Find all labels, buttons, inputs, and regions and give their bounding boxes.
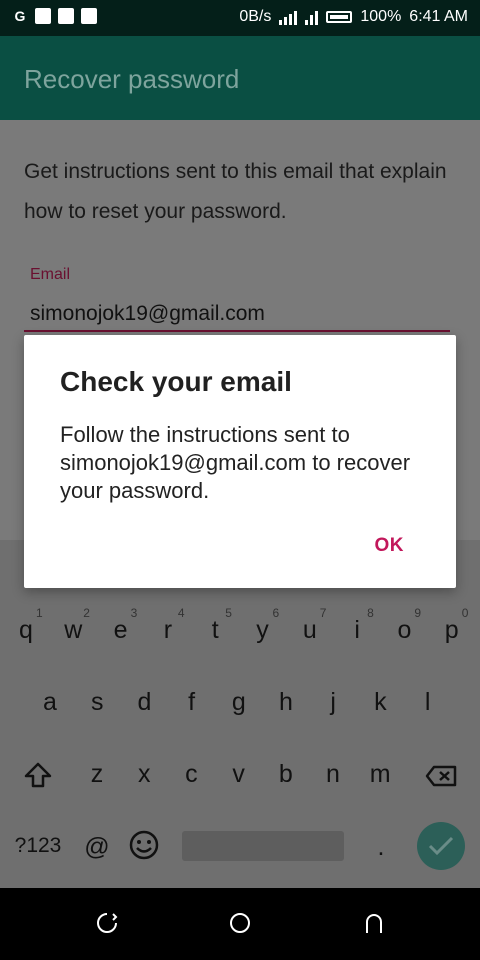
key-p[interactable]: p <box>437 616 467 645</box>
key-q[interactable]: q <box>11 616 41 645</box>
key-l[interactable]: l <box>413 688 443 717</box>
email-field[interactable]: simonojok19@gmail.com <box>30 302 265 326</box>
key-h[interactable]: h <box>271 688 301 717</box>
battery-icon <box>326 11 353 23</box>
key-g[interactable]: g <box>224 688 254 717</box>
home-button[interactable] <box>227 910 253 936</box>
navigation-bar <box>0 888 480 960</box>
key-e[interactable]: e <box>106 616 136 645</box>
recents-button[interactable] <box>94 910 120 936</box>
key-u[interactable]: u <box>295 616 325 645</box>
google-icon: G <box>14 8 26 24</box>
key-number-hint: 6 <box>272 606 280 620</box>
key-x[interactable]: x <box>129 760 159 789</box>
key-n[interactable]: n <box>318 760 348 789</box>
key-number-hint: 8 <box>367 606 374 620</box>
signal-icon <box>279 9 298 25</box>
net-speed: 0B/s <box>239 8 272 25</box>
instructions-text: Get instructions sent to this email that… <box>24 160 447 223</box>
key-number-hint: 7 <box>319 606 327 620</box>
key-k[interactable]: k <box>365 688 395 717</box>
key-i[interactable]: i <box>342 616 372 645</box>
signal-2-icon <box>305 9 319 25</box>
dialog-message: Follow the instructions sent to simonojo… <box>60 422 411 503</box>
key-number-hint: 4 <box>177 606 185 620</box>
key-s[interactable]: s <box>82 688 112 717</box>
key-y[interactable]: y <box>248 616 278 645</box>
backspace-key[interactable] <box>424 765 458 794</box>
status-bar: G 0B/s 100% 6:41 AM <box>0 0 480 36</box>
emoji-key[interactable] <box>128 830 160 867</box>
app-bar: Recover password <box>0 36 480 120</box>
key-number-hint: 0 <box>461 606 469 620</box>
space-key[interactable] <box>182 831 344 861</box>
key-j[interactable]: j <box>318 688 348 717</box>
clock: 6:41 AM <box>409 8 468 25</box>
key-w[interactable]: w <box>58 616 88 645</box>
key-o[interactable]: o <box>389 616 419 645</box>
dialog-title: Check your email <box>60 366 292 397</box>
activity-icon <box>81 8 97 24</box>
enter-key[interactable] <box>417 822 465 870</box>
key-number-hint: 1 <box>36 606 43 620</box>
key-t[interactable]: t <box>200 616 230 645</box>
key-number-hint: 2 <box>83 606 90 620</box>
key-f[interactable]: f <box>177 688 207 717</box>
key-d[interactable]: d <box>129 688 159 717</box>
key-v[interactable]: v <box>224 760 254 789</box>
period-key[interactable]: . <box>366 833 396 862</box>
key-number-hint: 3 <box>130 606 138 620</box>
screen-cast-icon <box>35 8 51 24</box>
symbols-key[interactable]: ?123 <box>12 834 64 858</box>
email-label: Email <box>30 266 71 283</box>
key-z[interactable]: z <box>82 760 112 789</box>
key-a[interactable]: a <box>35 688 65 717</box>
key-b[interactable]: b <box>271 760 301 789</box>
at-key[interactable]: @ <box>82 833 112 862</box>
page-title: Recover password <box>24 64 240 94</box>
key-number-hint: 5 <box>225 606 232 620</box>
ok-button[interactable]: OK <box>375 535 405 557</box>
lock-icon <box>58 8 74 24</box>
key-m[interactable]: m <box>365 760 395 789</box>
key-c[interactable]: c <box>176 760 206 789</box>
key-r[interactable]: r <box>153 616 183 645</box>
shift-key[interactable] <box>22 761 54 796</box>
battery-level: 100% <box>360 8 402 25</box>
back-button[interactable] <box>361 910 387 936</box>
checkmark-icon <box>428 836 454 856</box>
check-email-dialog: Check your email Follow the instructions… <box>24 335 456 588</box>
key-number-hint: 9 <box>414 606 422 620</box>
email-underline <box>24 330 450 332</box>
